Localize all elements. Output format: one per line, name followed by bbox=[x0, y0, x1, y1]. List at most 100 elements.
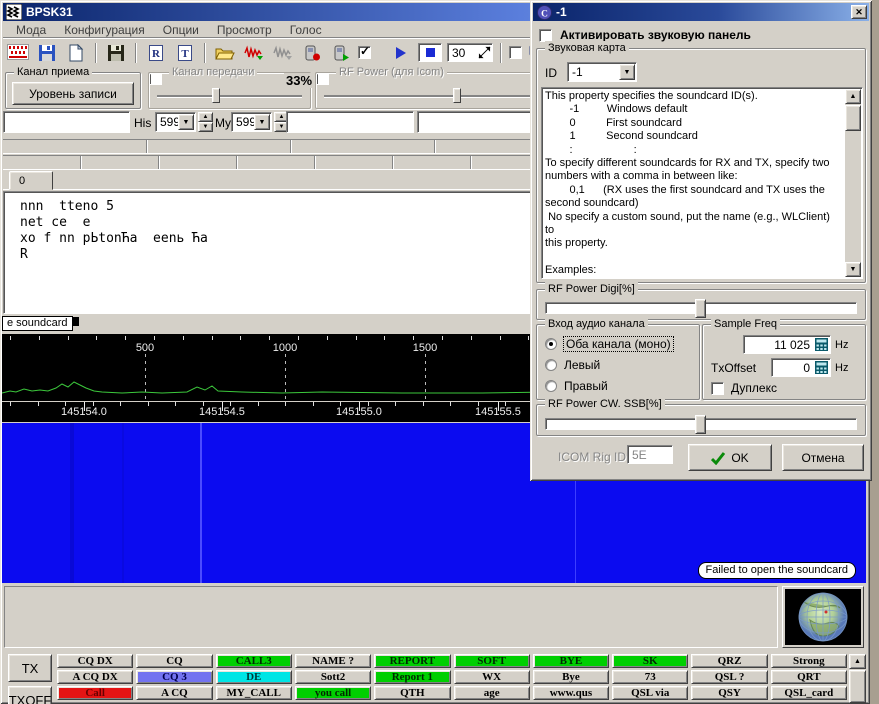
macro-button[interactable]: QSL_card bbox=[771, 686, 847, 700]
stop-icon[interactable] bbox=[418, 43, 442, 62]
macro-button[interactable]: A CQ bbox=[136, 686, 212, 700]
his-rst-combo[interactable]: 599 ▼ bbox=[155, 112, 196, 132]
macro-button[interactable]: 73 bbox=[612, 670, 688, 684]
macro-scroll-up[interactable]: ▲ bbox=[849, 654, 866, 669]
tx-level-slider-thumb[interactable] bbox=[212, 88, 220, 103]
radio-icon[interactable] bbox=[545, 359, 557, 371]
txoffset-input[interactable]: 0 bbox=[771, 358, 831, 377]
calculator-icon[interactable] bbox=[815, 361, 828, 374]
rf-power-slider-thumb[interactable] bbox=[453, 88, 461, 103]
macro-button[interactable]: CQ DX bbox=[57, 654, 133, 668]
new-doc-icon[interactable] bbox=[64, 42, 88, 64]
macro-button[interactable]: Bye bbox=[533, 670, 609, 684]
record-sound-icon[interactable] bbox=[300, 42, 324, 64]
scroll-down-icon[interactable]: ▼ bbox=[845, 262, 861, 277]
tx-button[interactable]: TX bbox=[8, 654, 52, 682]
rf-power-cw-thumb[interactable] bbox=[695, 415, 706, 434]
menu-item[interactable]: Голос bbox=[282, 22, 330, 38]
macro-scrollbar[interactable]: ▲ bbox=[849, 654, 866, 704]
name-input[interactable] bbox=[286, 111, 414, 133]
activate-sound-panel-checkbox[interactable] bbox=[539, 29, 552, 42]
cancel-button[interactable]: Отмена bbox=[782, 444, 864, 471]
scroll-up-icon[interactable]: ▲ bbox=[845, 89, 861, 104]
macro-button[interactable]: BYE bbox=[533, 654, 609, 668]
menu-item[interactable]: Просмотр bbox=[209, 22, 280, 38]
soundcard-help-box[interactable]: This property specifies the soundcard ID… bbox=[541, 87, 863, 279]
tx-level-slider[interactable] bbox=[157, 95, 302, 97]
macro-button[interactable]: Report 1 bbox=[374, 670, 450, 684]
rf-power-slider[interactable] bbox=[324, 95, 532, 97]
calculator-icon[interactable] bbox=[815, 338, 828, 351]
radio-icon[interactable] bbox=[545, 338, 557, 350]
macro-button[interactable]: www.qus bbox=[533, 686, 609, 700]
waveform-gray-icon[interactable] bbox=[271, 42, 295, 64]
macro-button[interactable]: SOFT bbox=[454, 654, 530, 668]
his-rst-dropdown[interactable]: ▼ bbox=[178, 114, 194, 130]
macro-button[interactable]: CALL3 bbox=[216, 654, 292, 668]
qth-input[interactable] bbox=[417, 111, 531, 133]
icom-rig-id-input[interactable]: 5E bbox=[627, 445, 673, 464]
rx-log-icon[interactable]: R bbox=[144, 42, 168, 64]
spin-up[interactable]: ▲ bbox=[198, 112, 213, 122]
macro-button[interactable]: QSL via bbox=[612, 686, 688, 700]
rx-tab-0[interactable]: 0 bbox=[9, 171, 53, 190]
toolbar-checkbox-checked[interactable] bbox=[358, 46, 371, 59]
close-icon[interactable]: ✕ bbox=[851, 5, 867, 19]
txoff-button[interactable]: TXOFF bbox=[8, 686, 52, 704]
macro-button[interactable]: QTH bbox=[374, 686, 450, 700]
play-icon[interactable] bbox=[389, 42, 413, 64]
soundcard-id-dropdown[interactable]: ▼ bbox=[619, 64, 635, 80]
radio-both-channels[interactable]: Оба канала (моно) bbox=[545, 337, 673, 351]
menu-item[interactable]: Конфигурация bbox=[56, 22, 153, 38]
my-rst-combo[interactable]: 599 ▼ bbox=[231, 112, 272, 132]
macro-button[interactable]: REPORT bbox=[374, 654, 450, 668]
play-sound-icon[interactable] bbox=[329, 42, 353, 64]
record-level-button[interactable]: Уровень записи bbox=[12, 82, 134, 105]
macro-button[interactable]: DE bbox=[216, 670, 292, 684]
soundcard-id-combo[interactable]: -1 ▼ bbox=[567, 62, 637, 82]
ok-button[interactable]: OK bbox=[688, 444, 772, 471]
waveform-red-icon[interactable] bbox=[242, 42, 266, 64]
toolbar-checkbox-unchecked[interactable] bbox=[509, 46, 522, 59]
duplex-checkbox[interactable] bbox=[711, 382, 724, 395]
my-rst-dropdown[interactable]: ▼ bbox=[254, 114, 270, 130]
dialog-titlebar[interactable]: C -1 ✕ bbox=[533, 3, 869, 21]
macro-button[interactable]: SK bbox=[612, 654, 688, 668]
macro-button[interactable]: Strong bbox=[771, 654, 847, 668]
vari-icon[interactable] bbox=[6, 42, 30, 64]
open-folder-icon[interactable] bbox=[213, 42, 237, 64]
sample-freq-input[interactable]: 11 025 bbox=[743, 335, 831, 354]
macro-button[interactable]: NAME ? bbox=[295, 654, 371, 668]
duplex-row[interactable]: Дуплекс bbox=[711, 381, 777, 395]
rf-power-cw-slider[interactable] bbox=[545, 418, 857, 430]
rf-power-digi-slider[interactable] bbox=[545, 302, 857, 314]
menu-item[interactable]: Мода bbox=[8, 22, 54, 38]
radio-left-channel[interactable]: Левый bbox=[545, 358, 600, 372]
callsign-input[interactable] bbox=[3, 111, 130, 133]
rf-power-digi-thumb[interactable] bbox=[695, 299, 706, 318]
macro-button[interactable]: QSL ? bbox=[691, 670, 767, 684]
help-scrollbar[interactable]: ▲ ▼ bbox=[845, 89, 861, 277]
macro-button[interactable]: CQ bbox=[136, 654, 212, 668]
macro-scroll-track[interactable] bbox=[849, 670, 866, 703]
macro-button[interactable]: age bbox=[454, 686, 530, 700]
his-rst-spinner[interactable]: ▲▼ bbox=[198, 112, 213, 132]
scroll-thumb[interactable] bbox=[845, 105, 861, 131]
save-icon[interactable] bbox=[35, 42, 59, 64]
macro-button[interactable]: WX bbox=[454, 670, 530, 684]
tx-log-icon[interactable]: T bbox=[173, 42, 197, 64]
spin-down[interactable]: ▼ bbox=[198, 122, 213, 132]
save-black-icon[interactable] bbox=[104, 42, 128, 64]
macro-button[interactable]: Call bbox=[57, 686, 133, 700]
macro-button[interactable]: A CQ DX bbox=[57, 670, 133, 684]
macro-button[interactable]: QSY bbox=[691, 686, 767, 700]
radio-right-channel[interactable]: Правый bbox=[545, 379, 608, 393]
macro-button[interactable]: QRZ bbox=[691, 654, 767, 668]
radio-icon[interactable] bbox=[545, 380, 557, 392]
menu-item[interactable]: Опции bbox=[155, 22, 207, 38]
macro-button[interactable]: CQ 3 bbox=[136, 670, 212, 684]
macro-button[interactable]: MY_CALL bbox=[216, 686, 292, 700]
macro-button[interactable]: you call bbox=[295, 686, 371, 700]
speed-spinner[interactable]: 30 bbox=[447, 43, 493, 62]
macro-button[interactable]: QRT bbox=[771, 670, 847, 684]
